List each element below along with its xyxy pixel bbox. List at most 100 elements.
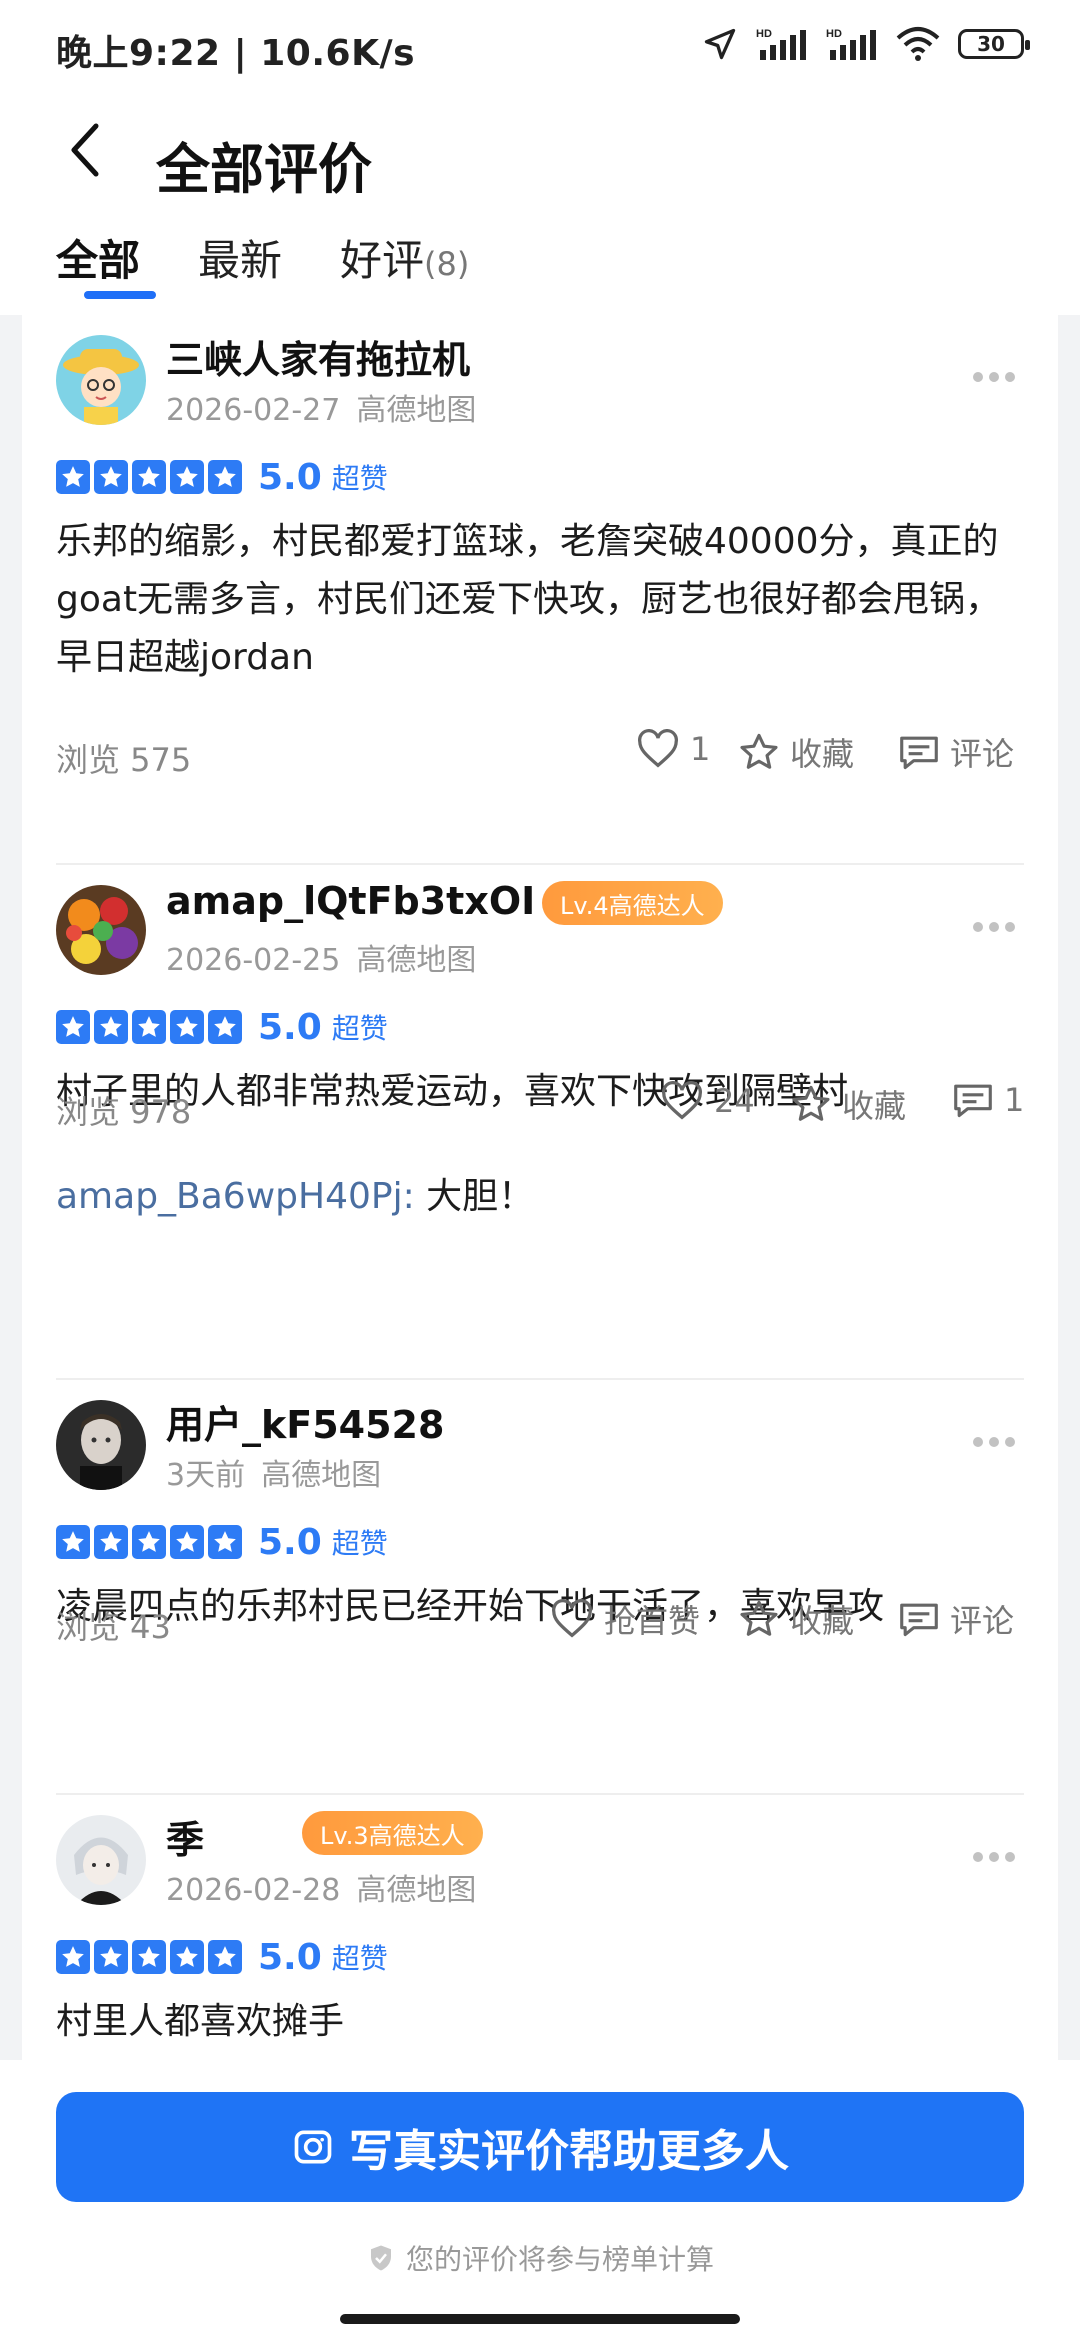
status-time: 晚上9:22 | 10.6K/s <box>56 33 416 74</box>
signal-hd-icon-2: HD <box>826 28 876 60</box>
tab-all-label: 全部 <box>56 236 141 285</box>
tab-latest[interactable]: 最新 <box>198 227 282 288</box>
review-date: 2026-02-28 <box>166 1873 341 1908</box>
more-options-button[interactable] <box>964 1837 1024 1877</box>
comment-button[interactable]: 评论 <box>898 729 1014 775</box>
favorite-button[interactable]: 收藏 <box>738 729 854 775</box>
comment-button[interactable]: 评论 <box>898 1596 1014 1642</box>
star-rating: 5.0 超赞 <box>56 1520 388 1564</box>
dot-icon <box>1005 1852 1015 1862</box>
avatar[interactable] <box>56 335 146 425</box>
star-icon <box>170 1940 204 1974</box>
level-badge: Lv.3高德达人 <box>302 1811 483 1855</box>
heart-icon <box>552 1599 592 1638</box>
star-icon <box>56 1010 90 1044</box>
rating-label: 超赞 <box>331 462 388 495</box>
review-item: 三峡人家有拖拉机 2026-02-27 高德地图 5.0 超赞 乐邦的缩影，村民都… <box>56 315 1024 825</box>
reply-comment[interactable]: amap_Ba6wpH40Pj: 大胆！ <box>56 1167 534 1219</box>
review-item: amap_lQtFb3txOI Lv.4高德达人 2026-02-25 高德地图 … <box>56 865 1024 1445</box>
review-source: 高德地图 <box>261 1458 382 1493</box>
star-icon <box>208 1940 242 1974</box>
more-options-button[interactable] <box>964 907 1024 947</box>
dot-icon <box>1005 372 1015 382</box>
star-icon <box>132 460 166 494</box>
rating-label: 超赞 <box>331 1942 388 1975</box>
star-icon <box>94 1010 128 1044</box>
review-source: 高德地图 <box>356 1873 477 1908</box>
rating-score: 5.0 <box>258 1521 322 1563</box>
tab-positive-count: (8) <box>424 245 470 283</box>
star-icon <box>208 1525 242 1559</box>
view-count: 浏览 43 <box>56 1608 171 1646</box>
rating-score: 5.0 <box>258 1006 322 1048</box>
star-icon <box>94 1940 128 1974</box>
reply-username[interactable]: amap_Ba6wpH40Pj: <box>56 1176 415 1217</box>
star-icon <box>170 1010 204 1044</box>
dot-icon <box>1005 1437 1015 1447</box>
tab-bar: 全部 最新 好评(8) <box>0 205 1080 315</box>
comment-button[interactable]: 1 <box>952 1081 1024 1119</box>
username[interactable]: 三峡人家有拖拉机 <box>166 329 470 384</box>
review-actions: 浏览 575 1 收藏 评论 <box>56 725 1024 785</box>
star-icon <box>56 1940 90 1974</box>
dot-icon <box>989 372 999 382</box>
username[interactable]: 季 <box>166 1809 204 1864</box>
like-button[interactable]: 抢首赞 <box>550 1596 700 1642</box>
favorite-label: 收藏 <box>790 1602 855 1640</box>
like-button[interactable]: 24 <box>660 1081 755 1121</box>
review-date: 2026-02-27 <box>166 393 341 428</box>
favorite-label: 收藏 <box>842 1087 907 1125</box>
favorite-button[interactable]: 收藏 <box>790 1081 906 1127</box>
review-list[interactable]: 三峡人家有拖拉机 2026-02-27 高德地图 5.0 超赞 乐邦的缩影，村民都… <box>22 315 1058 2060</box>
comment-icon <box>900 736 938 770</box>
review-meta: 2026-02-27 高德地图 <box>166 385 476 429</box>
username[interactable]: amap_lQtFb3txOI <box>166 879 535 923</box>
avatar[interactable] <box>56 1400 146 1490</box>
battery-level: 30 <box>977 32 1005 56</box>
review-text: 村里人都喜欢摊手 <box>56 2001 345 2042</box>
check-shield-icon <box>370 2245 391 2271</box>
review-item: 季 Lv.3高德达人 2026-02-28 高德地图 5.0 超赞 村里人都喜欢摊… <box>56 1795 1024 2060</box>
dot-icon <box>989 922 999 932</box>
username[interactable]: 用户_kF54528 <box>166 1394 444 1449</box>
star-icon <box>56 460 90 494</box>
signal-hd-icon: HD <box>756 28 806 60</box>
star-rating: 5.0 超赞 <box>56 1935 388 1979</box>
avatar[interactable] <box>56 1815 146 1905</box>
home-indicator[interactable] <box>340 2314 740 2324</box>
dot-icon <box>973 1437 983 1447</box>
star-rating: 5.0 超赞 <box>56 1005 388 1049</box>
rating-score: 5.0 <box>258 456 322 498</box>
dot-icon <box>1005 922 1015 932</box>
write-review-label: 写真实评价帮助更多人 <box>349 2126 789 2177</box>
bottom-bar: 写真实评价帮助更多人 您的评价将参与榜单计算 <box>0 2060 1080 2340</box>
write-review-button[interactable]: 写真实评价帮助更多人 <box>56 2092 1024 2202</box>
rating-label: 超赞 <box>331 1527 388 1560</box>
review-actions: 浏览 978 24 收藏 1 <box>56 1077 1024 1137</box>
view-count: 浏览 575 <box>56 741 192 779</box>
svg-text:HD: HD <box>756 28 772 40</box>
dot-icon <box>989 1437 999 1447</box>
comment-label: 评论 <box>950 735 1015 773</box>
comment-count: 1 <box>1004 1081 1025 1119</box>
star-outline-icon <box>740 733 778 769</box>
star-icon <box>170 460 204 494</box>
like-count: 24 <box>714 1082 755 1120</box>
heart-icon <box>662 1081 702 1120</box>
more-options-button[interactable] <box>964 357 1024 397</box>
like-button[interactable]: 1 <box>636 729 710 769</box>
back-button[interactable] <box>56 105 116 195</box>
avatar[interactable] <box>56 885 146 975</box>
comment-label: 评论 <box>950 1602 1015 1640</box>
dot-icon <box>973 372 983 382</box>
more-options-button[interactable] <box>964 1422 1024 1462</box>
ranking-note-text: 您的评价将参与榜单计算 <box>405 2243 714 2276</box>
wifi-icon <box>896 27 940 61</box>
tab-all[interactable]: 全部 <box>56 227 140 288</box>
review-source: 高德地图 <box>356 393 477 428</box>
star-icon <box>170 1525 204 1559</box>
comment-icon <box>954 1084 992 1118</box>
camera-icon <box>294 2130 332 2164</box>
tab-positive[interactable]: 好评(8) <box>340 227 469 288</box>
favorite-button[interactable]: 收藏 <box>738 1596 854 1642</box>
